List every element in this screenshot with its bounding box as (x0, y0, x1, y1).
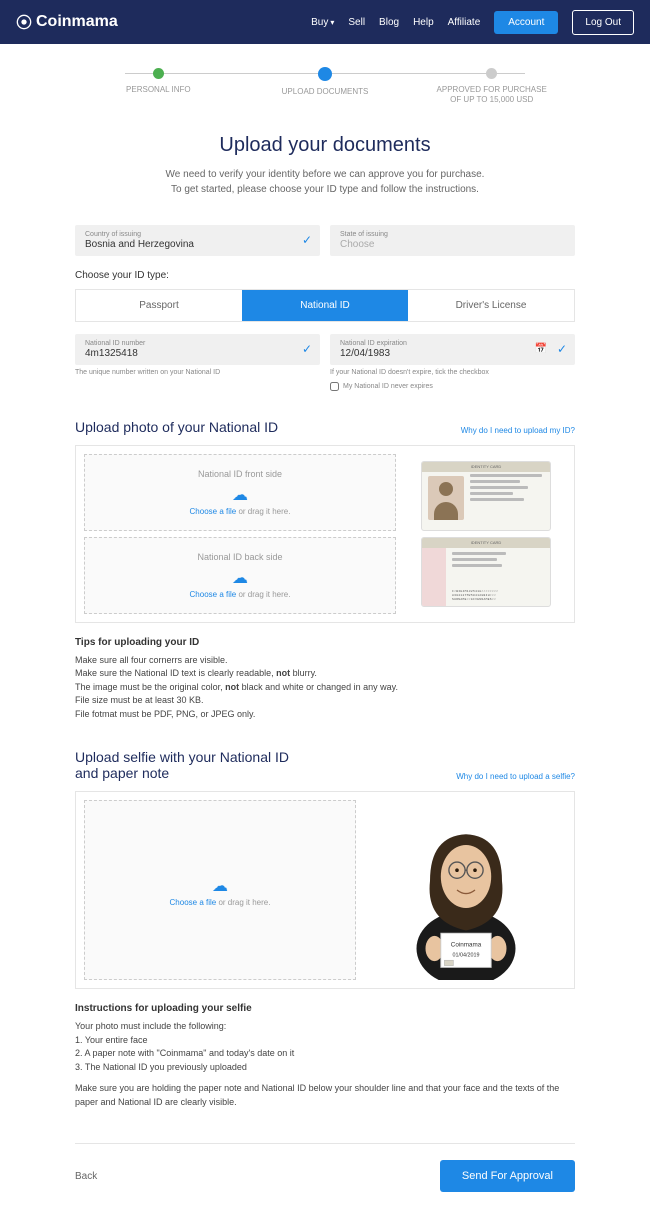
nav-affiliate[interactable]: Affiliate (448, 17, 481, 28)
check-icon: ✓ (302, 342, 312, 356)
selfie-preview: Coinmama 01/04/2019 (366, 800, 566, 980)
nav-help[interactable]: Help (413, 17, 434, 28)
country-field[interactable]: Country of issuing Bosnia and Herzegovin… (75, 225, 320, 256)
step-dot-active (318, 67, 332, 81)
nav-sell[interactable]: Sell (348, 17, 365, 28)
id-number-hint: The unique number written on your Nation… (75, 369, 320, 376)
stepper: PERSONAL INFO UPLOAD DOCUMENTS APPROVED … (75, 68, 575, 106)
step-upload-documents: UPLOAD DOCUMENTS (242, 68, 409, 97)
id-preview: IDENTITY CARD IDENTITY CARD I<BIH4M13254… (406, 454, 566, 614)
page-subtitle: We need to verify your identity before w… (75, 167, 575, 197)
upload-id-title: Upload photo of your National ID (75, 419, 278, 435)
logout-button[interactable]: Log Out (572, 10, 634, 35)
step-approved: APPROVED FOR PURCHASE OF UP TO 15,000 US… (408, 68, 575, 106)
nav-blog[interactable]: Blog (379, 17, 399, 28)
state-field[interactable]: State of issuing Choose (330, 225, 575, 256)
id-card-back: IDENTITY CARD I<BIH4M1325418<<<<<<<<8304… (421, 537, 551, 607)
never-expires-input[interactable] (330, 382, 339, 391)
tips-selfie: Instructions for uploading your selfie Y… (75, 1003, 575, 1109)
nav: Buy▾ Sell Blog Help Affiliate Account Lo… (311, 10, 634, 35)
footer-bar: Back Send For Approval (75, 1143, 575, 1192)
id-number-field[interactable]: National ID number 4m1325418 ✓ (75, 334, 320, 365)
id-type-tabs: Passport National ID Driver's License (75, 289, 575, 322)
logo[interactable]: Coinmama (16, 13, 118, 31)
tips-id: Tips for uploading your ID Make sure all… (75, 637, 575, 722)
cloud-upload-icon: ☁ (99, 568, 381, 588)
tab-passport[interactable]: Passport (76, 290, 242, 321)
page-title: Upload your documents (75, 134, 575, 157)
cloud-upload-icon: ☁ (99, 485, 381, 505)
step-dot-pending (486, 68, 497, 79)
check-icon: ✓ (302, 233, 312, 247)
svg-text:01/04/2019: 01/04/2019 (453, 953, 480, 959)
upload-id-block: National ID front side ☁ Choose a file o… (75, 445, 575, 623)
nav-buy[interactable]: Buy▾ (311, 17, 334, 28)
cloud-upload-icon: ☁ (99, 876, 341, 896)
id-exp-hint: If your National ID doesn't expire, tick… (330, 369, 575, 376)
upload-selfie-title: Upload selfie with your National ID and … (75, 749, 315, 781)
step-personal-info: PERSONAL INFO (75, 68, 242, 95)
upload-selfie-block: ☁ Choose a file or drag it here. Coinmam… (75, 791, 575, 989)
check-icon: ✓ (557, 342, 567, 356)
step-dot-done (153, 68, 164, 79)
account-button[interactable]: Account (494, 11, 558, 34)
id-card-front: IDENTITY CARD (421, 461, 551, 531)
dropzone-back[interactable]: National ID back side ☁ Choose a file or… (84, 537, 396, 614)
tab-drivers-license[interactable]: Driver's License (408, 290, 574, 321)
svg-text:Coinmama: Coinmama (451, 942, 482, 949)
header: Coinmama Buy▾ Sell Blog Help Affiliate A… (0, 0, 650, 44)
chevron-down-icon: ▾ (330, 18, 334, 27)
logo-icon (16, 14, 32, 30)
submit-button[interactable]: Send For Approval (440, 1160, 575, 1192)
tab-national-id[interactable]: National ID (242, 290, 408, 321)
choose-id-label: Choose your ID type: (75, 270, 575, 281)
back-button[interactable]: Back (75, 1171, 97, 1182)
dropzone-front[interactable]: National ID front side ☁ Choose a file o… (84, 454, 396, 531)
calendar-icon: 📅 (535, 344, 547, 355)
never-expires-checkbox[interactable]: My National ID never expires (330, 382, 575, 391)
why-upload-selfie-link[interactable]: Why do I need to upload a selfie? (456, 772, 575, 781)
why-upload-id-link[interactable]: Why do I need to upload my ID? (461, 426, 575, 435)
brand-text: Coinmama (36, 13, 118, 31)
id-expiration-field[interactable]: National ID expiration 12/04/1983 📅 ✓ (330, 334, 575, 365)
dropzone-selfie[interactable]: ☁ Choose a file or drag it here. (84, 800, 356, 980)
content: Upload your documents We need to verify … (75, 134, 575, 1222)
